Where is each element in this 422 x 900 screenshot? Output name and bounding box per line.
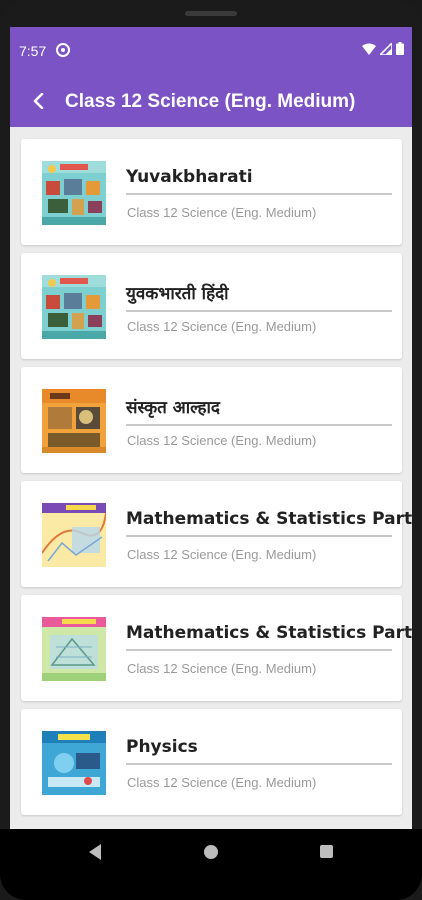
back-button[interactable] — [24, 86, 54, 116]
system-nav-bar — [0, 829, 422, 900]
speaker-grille — [185, 11, 237, 16]
book-title: Mathematics & Statistics Part - 1 — [126, 509, 412, 537]
book-subtitle: Class 12 Science (Eng. Medium) — [127, 319, 317, 334]
book-subtitle: Class 12 Science (Eng. Medium) — [127, 433, 317, 448]
book-title: Physics — [126, 737, 392, 765]
book-cover-image — [42, 503, 106, 567]
battery-icon — [396, 42, 404, 55]
book-subtitle: Class 12 Science (Eng. Medium) — [127, 661, 317, 676]
signal-icon — [380, 42, 392, 55]
status-time: 7:57 — [19, 43, 47, 59]
app-notification-icon — [56, 43, 70, 57]
book-card[interactable]: Yuvakbharati Class 12 Science (Eng. Medi… — [21, 139, 402, 245]
book-cover-image — [42, 617, 106, 681]
page-title: Class 12 Science (Eng. Medium) — [65, 91, 356, 112]
book-cover-image — [42, 389, 106, 453]
wifi-icon — [362, 43, 376, 55]
book-title: संस्कृत आल्हाद — [126, 395, 392, 426]
status-bar: 7:57 — [10, 27, 412, 74]
book-cover-image — [42, 161, 106, 225]
book-title: Yuvakbharati — [126, 167, 392, 195]
book-subtitle: Class 12 Science (Eng. Medium) — [127, 205, 317, 220]
book-subtitle: Class 12 Science (Eng. Medium) — [127, 775, 317, 790]
status-icons — [362, 42, 404, 55]
nav-home-icon[interactable] — [204, 845, 218, 859]
device-frame: 7:57 Class 12 Science (Eng. Medium) Yuva… — [0, 0, 422, 900]
book-cover-image — [42, 275, 106, 339]
screen: 7:57 Class 12 Science (Eng. Medium) Yuva… — [10, 27, 412, 829]
arrow-back-icon — [33, 93, 44, 109]
book-title: Mathematics & Statistics Part - 2 — [126, 623, 412, 651]
book-card[interactable]: युवकभारती हिंदी Class 12 Science (Eng. M… — [21, 253, 402, 359]
book-card[interactable]: Mathematics & Statistics Part - 1 Class … — [21, 481, 412, 587]
book-subtitle: Class 12 Science (Eng. Medium) — [127, 547, 317, 562]
book-cover-image — [42, 731, 106, 795]
book-title: युवकभारती हिंदी — [126, 281, 392, 312]
book-card[interactable]: Mathematics & Statistics Part - 2 Class … — [21, 595, 412, 701]
book-card[interactable]: Physics Class 12 Science (Eng. Medium) — [21, 709, 402, 815]
nav-recents-icon[interactable] — [320, 845, 333, 858]
app-bar: Class 12 Science (Eng. Medium) — [10, 74, 412, 127]
book-card[interactable]: संस्कृत आल्हाद Class 12 Science (Eng. Me… — [21, 367, 402, 473]
nav-back-icon[interactable] — [87, 843, 103, 861]
